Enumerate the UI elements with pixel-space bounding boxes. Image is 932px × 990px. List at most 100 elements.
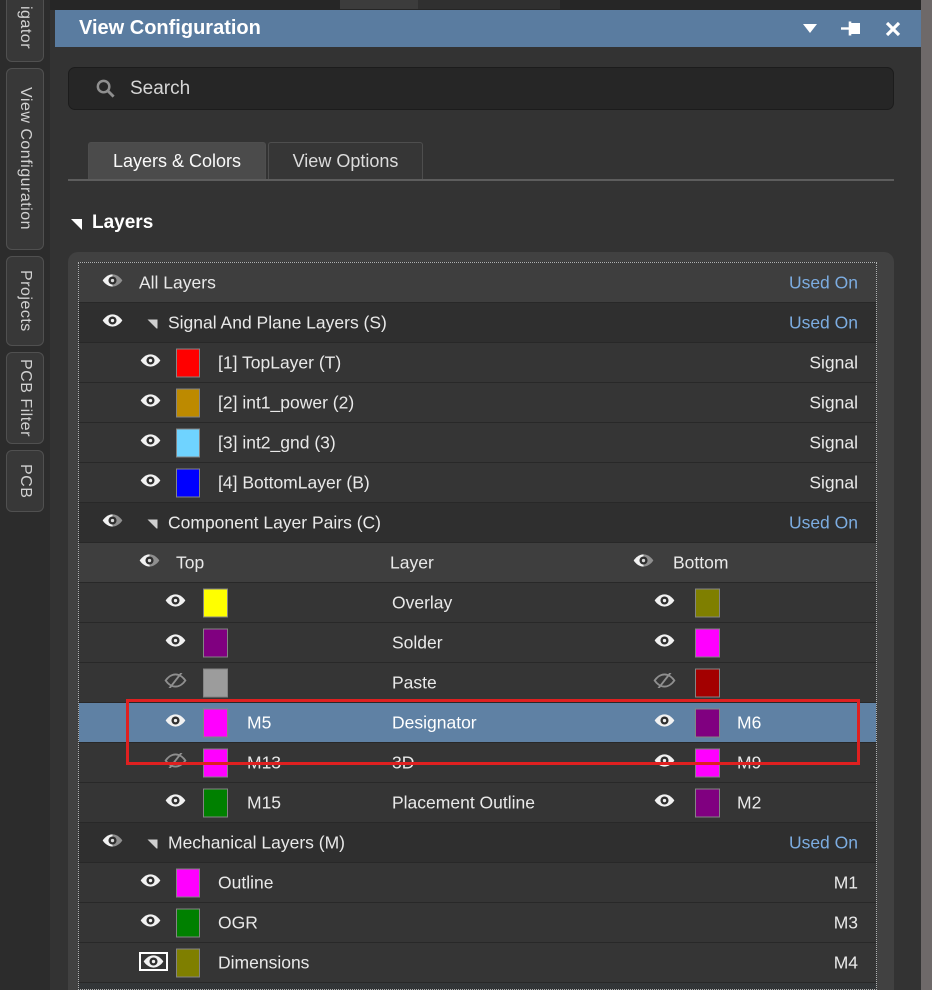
sidebar-item-pcb-filter[interactable]: PCB Filter: [6, 352, 44, 444]
visibility-eye-boxed-icon[interactable]: [139, 952, 168, 974]
visibility-eye-icon[interactable]: [101, 313, 124, 333]
visibility-eye-icon[interactable]: [653, 633, 676, 653]
partial-visibility-eye-icon[interactable]: [101, 833, 124, 853]
color-swatch[interactable]: [695, 748, 720, 777]
panel-tab-sidebar: igator View Configuration Projects PCB F…: [0, 0, 50, 990]
color-swatch[interactable]: [176, 948, 200, 977]
sidebar-item-pcb[interactable]: PCB: [6, 450, 44, 512]
column-header-layer: Layer: [390, 552, 434, 573]
partial-visibility-eye-icon[interactable]: [101, 513, 124, 533]
top-layer-name-label: M15: [247, 792, 281, 813]
row-pair-paste[interactable]: Paste: [79, 663, 876, 703]
color-swatch[interactable]: [695, 668, 720, 697]
used-on-label[interactable]: Used On: [789, 832, 858, 853]
color-swatch[interactable]: [203, 748, 228, 777]
row-all-layers[interactable]: All LayersUsed On: [79, 263, 876, 303]
visibility-eye-icon[interactable]: [164, 633, 187, 653]
color-swatch[interactable]: [695, 588, 720, 617]
row-section-mechanical-layers-m-[interactable]: Mechanical Layers (M) Used On: [79, 823, 876, 863]
background-scrollbar-fragment: [340, 0, 418, 9]
color-swatch[interactable]: [176, 388, 200, 417]
sidebar-item-label: PCB Filter: [16, 359, 34, 437]
expand-triangle-icon[interactable]: [147, 837, 158, 848]
row-layer--4-bottomlayer-b-[interactable]: [4] BottomLayer (B)Signal: [79, 463, 876, 503]
used-on-label[interactable]: Used On: [789, 312, 858, 333]
row-value-label: M4: [834, 952, 858, 973]
row-label: OGR: [218, 912, 258, 933]
row-pair-solder[interactable]: Solder: [79, 623, 876, 663]
visibility-eye-icon[interactable]: [653, 753, 676, 773]
color-swatch[interactable]: [176, 868, 200, 897]
visibility-eye-icon[interactable]: [139, 873, 162, 893]
row-layer--3-int2-gnd-3-[interactable]: [3] int2_gnd (3)Signal: [79, 423, 876, 463]
row-value-label: Signal: [809, 352, 858, 373]
color-swatch[interactable]: [176, 908, 200, 937]
row-pair-designator[interactable]: M5DesignatorM6: [79, 703, 876, 743]
color-swatch[interactable]: [695, 788, 720, 817]
used-on-label[interactable]: Used On: [789, 512, 858, 533]
row-value-label: Signal: [809, 432, 858, 453]
row-layer-outline[interactable]: OutlineM1: [79, 863, 876, 903]
visibility-eye-icon[interactable]: [164, 713, 187, 733]
color-swatch[interactable]: [203, 588, 228, 617]
search-bar[interactable]: [68, 67, 894, 110]
row-pair-placement-outline[interactable]: M15Placement OutlineM2: [79, 783, 876, 823]
color-swatch[interactable]: [695, 708, 720, 737]
search-input[interactable]: [130, 78, 830, 100]
color-swatch[interactable]: [176, 348, 200, 377]
row-section-signal-and-plane-layers-s-[interactable]: Signal And Plane Layers (S)Used On: [79, 303, 876, 343]
expand-triangle-icon[interactable]: [147, 317, 158, 328]
visibility-eye-icon[interactable]: [653, 593, 676, 613]
layers-section-header[interactable]: Layers: [70, 212, 153, 234]
visibility-eye-icon[interactable]: [653, 713, 676, 733]
visibility-eye-icon[interactable]: [139, 913, 162, 933]
row-layer--1-toplayer-t-[interactable]: [1] TopLayer (T)Signal: [79, 343, 876, 383]
visibility-off-eye-icon[interactable]: [164, 753, 187, 773]
row-value-label: M1: [834, 872, 858, 893]
collapse-triangle-icon[interactable]: [70, 217, 83, 230]
visibility-eye-icon[interactable]: [139, 393, 162, 413]
pair-name-label: Designator: [392, 712, 477, 733]
sidebar-item-view-configuration[interactable]: View Configuration: [6, 68, 44, 250]
color-swatch[interactable]: [203, 668, 228, 697]
partial-visibility-eye-icon[interactable]: [101, 273, 124, 293]
visibility-off-eye-icon[interactable]: [164, 673, 187, 693]
row-label: Mechanical Layers (M): [168, 832, 345, 853]
row-layer--2-int1-power-2-[interactable]: [2] int1_power (2)Signal: [79, 383, 876, 423]
sidebar-item-navigator[interactable]: igator: [6, 0, 44, 62]
row-label: [2] int1_power (2): [218, 392, 354, 413]
panel-body: View Configuration: [50, 0, 921, 990]
row-section-component-layer-pairs-c-[interactable]: Component Layer Pairs (C)Used On: [79, 503, 876, 543]
search-icon: [95, 78, 116, 99]
pin-icon[interactable]: [840, 20, 862, 37]
partial-visibility-eye-icon[interactable]: [138, 553, 161, 573]
sidebar-item-label: View Configuration: [16, 87, 34, 230]
panel-menu-dropdown-icon[interactable]: [803, 24, 817, 33]
color-swatch[interactable]: [203, 628, 228, 657]
row-layer-dimensions[interactable]: DimensionsM4: [79, 943, 876, 983]
color-swatch[interactable]: [203, 788, 228, 817]
color-swatch[interactable]: [176, 468, 200, 497]
color-swatch[interactable]: [203, 708, 228, 737]
color-swatch[interactable]: [695, 628, 720, 657]
tab-label: View Options: [293, 151, 399, 172]
visibility-eye-icon[interactable]: [139, 353, 162, 373]
eye-focus-box: [139, 952, 168, 971]
close-icon[interactable]: [885, 21, 901, 37]
color-swatch[interactable]: [176, 428, 200, 457]
row-pair-overlay[interactable]: Overlay: [79, 583, 876, 623]
visibility-eye-icon[interactable]: [164, 793, 187, 813]
partial-visibility-eye-icon[interactable]: [632, 553, 655, 573]
visibility-eye-icon[interactable]: [139, 433, 162, 453]
used-on-label[interactable]: Used On: [789, 272, 858, 293]
sidebar-item-projects[interactable]: Projects: [6, 256, 44, 346]
row-pair-3d[interactable]: M133DM9: [79, 743, 876, 783]
row-layer-ogr[interactable]: OGRM3: [79, 903, 876, 943]
visibility-eye-icon[interactable]: [139, 473, 162, 493]
tab-layers-and-colors[interactable]: Layers & Colors: [88, 142, 266, 179]
visibility-off-eye-icon[interactable]: [653, 673, 676, 693]
expand-triangle-icon[interactable]: [147, 517, 158, 528]
visibility-eye-icon[interactable]: [164, 593, 187, 613]
visibility-eye-icon[interactable]: [653, 793, 676, 813]
tab-view-options[interactable]: View Options: [268, 142, 423, 179]
